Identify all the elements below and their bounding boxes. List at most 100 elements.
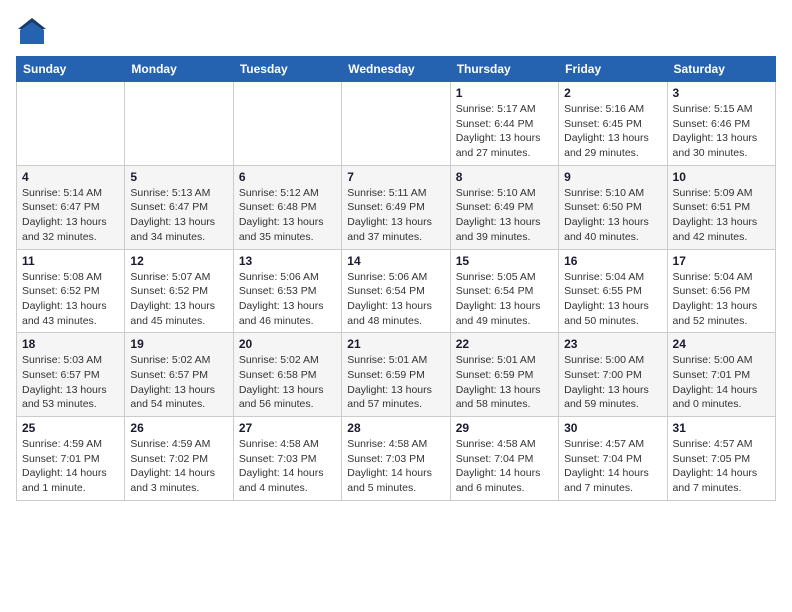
day-info: Sunrise: 5:02 AM Sunset: 6:57 PM Dayligh… (130, 353, 227, 412)
day-of-week-header: Tuesday (233, 57, 341, 82)
calendar-cell: 23 Sunrise: 5:00 AM Sunset: 7:00 PM Dayli… (559, 333, 667, 417)
calendar-week-row: 4 Sunrise: 5:14 AM Sunset: 6:47 PM Daylig… (17, 165, 776, 249)
day-info: Sunrise: 4:58 AM Sunset: 7:03 PM Dayligh… (239, 437, 336, 496)
day-number: 9 (564, 170, 661, 184)
day-of-week-header: Sunday (17, 57, 125, 82)
day-info: Sunrise: 5:10 AM Sunset: 6:50 PM Dayligh… (564, 186, 661, 245)
day-number: 3 (673, 86, 770, 100)
day-info: Sunrise: 5:14 AM Sunset: 6:47 PM Dayligh… (22, 186, 119, 245)
calendar-header-row: SundayMondayTuesdayWednesdayThursdayFrid… (17, 57, 776, 82)
day-info: Sunrise: 5:16 AM Sunset: 6:45 PM Dayligh… (564, 102, 661, 161)
day-number: 27 (239, 421, 336, 435)
day-info: Sunrise: 4:59 AM Sunset: 7:02 PM Dayligh… (130, 437, 227, 496)
day-info: Sunrise: 4:57 AM Sunset: 7:04 PM Dayligh… (564, 437, 661, 496)
calendar-cell: 18Sunrise: 5:03 AM Sunset: 6:57 PM Dayli… (17, 333, 125, 417)
calendar-cell: 26 Sunrise: 4:59 AM Sunset: 7:02 PM Dayli… (125, 417, 233, 501)
day-info: Sunrise: 5:06 AM Sunset: 6:53 PM Dayligh… (239, 270, 336, 329)
calendar-cell: 28 Sunrise: 4:58 AM Sunset: 7:03 PM Dayli… (342, 417, 450, 501)
day-info: Sunrise: 5:08 AM Sunset: 6:52 PM Dayligh… (22, 270, 119, 329)
day-number: 15 (456, 254, 553, 268)
day-info: Sunrise: 5:07 AM Sunset: 6:52 PM Dayligh… (130, 270, 227, 329)
day-info: Sunrise: 5:12 AM Sunset: 6:48 PM Dayligh… (239, 186, 336, 245)
day-number: 14 (347, 254, 444, 268)
calendar-cell: 4 Sunrise: 5:14 AM Sunset: 6:47 PM Daylig… (17, 165, 125, 249)
day-info: Sunrise: 5:02 AM Sunset: 6:58 PM Dayligh… (239, 353, 336, 412)
logo-icon (16, 16, 48, 48)
calendar-cell (125, 82, 233, 166)
day-info: Sunrise: 5:04 AM Sunset: 6:56 PM Dayligh… (673, 270, 770, 329)
day-number: 1 (456, 86, 553, 100)
logo (16, 16, 52, 48)
calendar-cell: 7 Sunrise: 5:11 AM Sunset: 6:49 PM Daylig… (342, 165, 450, 249)
day-info: Sunrise: 5:06 AM Sunset: 6:54 PM Dayligh… (347, 270, 444, 329)
calendar-cell: 5 Sunrise: 5:13 AM Sunset: 6:47 PM Daylig… (125, 165, 233, 249)
calendar-cell: 24Sunrise: 5:00 AM Sunset: 7:01 PM Dayli… (667, 333, 775, 417)
calendar-cell (342, 82, 450, 166)
calendar-cell: 15 Sunrise: 5:05 AM Sunset: 6:54 PM Dayli… (450, 249, 558, 333)
day-of-week-header: Monday (125, 57, 233, 82)
calendar-cell: 8 Sunrise: 5:10 AM Sunset: 6:49 PM Daylig… (450, 165, 558, 249)
day-number: 13 (239, 254, 336, 268)
calendar-cell: 9 Sunrise: 5:10 AM Sunset: 6:50 PM Daylig… (559, 165, 667, 249)
day-info: Sunrise: 5:10 AM Sunset: 6:49 PM Dayligh… (456, 186, 553, 245)
day-info: Sunrise: 5:00 AM Sunset: 7:00 PM Dayligh… (564, 353, 661, 412)
day-number: 10 (673, 170, 770, 184)
calendar-cell: 6 Sunrise: 5:12 AM Sunset: 6:48 PM Daylig… (233, 165, 341, 249)
calendar-week-row: 18Sunrise: 5:03 AM Sunset: 6:57 PM Dayli… (17, 333, 776, 417)
day-of-week-header: Saturday (667, 57, 775, 82)
calendar-cell (233, 82, 341, 166)
day-number: 30 (564, 421, 661, 435)
calendar-cell: 12 Sunrise: 5:07 AM Sunset: 6:52 PM Dayli… (125, 249, 233, 333)
calendar-week-row: 1Sunrise: 5:17 AM Sunset: 6:44 PM Daylig… (17, 82, 776, 166)
calendar-cell: 3Sunrise: 5:15 AM Sunset: 6:46 PM Daylig… (667, 82, 775, 166)
day-info: Sunrise: 5:13 AM Sunset: 6:47 PM Dayligh… (130, 186, 227, 245)
day-number: 8 (456, 170, 553, 184)
calendar-cell: 14 Sunrise: 5:06 AM Sunset: 6:54 PM Dayli… (342, 249, 450, 333)
day-number: 24 (673, 337, 770, 351)
day-number: 22 (456, 337, 553, 351)
day-number: 12 (130, 254, 227, 268)
day-info: Sunrise: 4:58 AM Sunset: 7:03 PM Dayligh… (347, 437, 444, 496)
calendar-cell: 20Sunrise: 5:02 AM Sunset: 6:58 PM Dayli… (233, 333, 341, 417)
calendar-cell: 29 Sunrise: 4:58 AM Sunset: 7:04 PM Dayli… (450, 417, 558, 501)
calendar-table: SundayMondayTuesdayWednesdayThursdayFrid… (16, 56, 776, 501)
day-of-week-header: Thursday (450, 57, 558, 82)
calendar-cell: 11 Sunrise: 5:08 AM Sunset: 6:52 PM Dayli… (17, 249, 125, 333)
day-number: 19 (130, 337, 227, 351)
day-number: 23 (564, 337, 661, 351)
day-number: 18 (22, 337, 119, 351)
day-number: 16 (564, 254, 661, 268)
day-info: Sunrise: 5:01 AM Sunset: 6:59 PM Dayligh… (347, 353, 444, 412)
calendar-cell: 10Sunrise: 5:09 AM Sunset: 6:51 PM Dayli… (667, 165, 775, 249)
calendar-week-row: 11 Sunrise: 5:08 AM Sunset: 6:52 PM Dayli… (17, 249, 776, 333)
calendar-cell: 2 Sunrise: 5:16 AM Sunset: 6:45 PM Daylig… (559, 82, 667, 166)
day-of-week-header: Friday (559, 57, 667, 82)
day-number: 29 (456, 421, 553, 435)
day-info: Sunrise: 5:11 AM Sunset: 6:49 PM Dayligh… (347, 186, 444, 245)
calendar-cell: 22 Sunrise: 5:01 AM Sunset: 6:59 PM Dayli… (450, 333, 558, 417)
calendar-cell: 1Sunrise: 5:17 AM Sunset: 6:44 PM Daylig… (450, 82, 558, 166)
day-number: 2 (564, 86, 661, 100)
day-number: 26 (130, 421, 227, 435)
day-info: Sunrise: 5:04 AM Sunset: 6:55 PM Dayligh… (564, 270, 661, 329)
calendar-cell: 16 Sunrise: 5:04 AM Sunset: 6:55 PM Dayli… (559, 249, 667, 333)
day-number: 5 (130, 170, 227, 184)
calendar-week-row: 25 Sunrise: 4:59 AM Sunset: 7:01 PM Dayli… (17, 417, 776, 501)
page-header (16, 16, 776, 48)
calendar-cell: 25 Sunrise: 4:59 AM Sunset: 7:01 PM Dayli… (17, 417, 125, 501)
day-number: 28 (347, 421, 444, 435)
calendar-cell: 19 Sunrise: 5:02 AM Sunset: 6:57 PM Dayli… (125, 333, 233, 417)
calendar-cell: 17Sunrise: 5:04 AM Sunset: 6:56 PM Dayli… (667, 249, 775, 333)
day-number: 11 (22, 254, 119, 268)
day-number: 25 (22, 421, 119, 435)
day-number: 4 (22, 170, 119, 184)
day-info: Sunrise: 4:59 AM Sunset: 7:01 PM Dayligh… (22, 437, 119, 496)
day-number: 21 (347, 337, 444, 351)
calendar-cell: 30 Sunrise: 4:57 AM Sunset: 7:04 PM Dayli… (559, 417, 667, 501)
calendar-cell: 31Sunrise: 4:57 AM Sunset: 7:05 PM Dayli… (667, 417, 775, 501)
day-info: Sunrise: 4:58 AM Sunset: 7:04 PM Dayligh… (456, 437, 553, 496)
day-number: 6 (239, 170, 336, 184)
day-info: Sunrise: 5:01 AM Sunset: 6:59 PM Dayligh… (456, 353, 553, 412)
day-number: 7 (347, 170, 444, 184)
day-info: Sunrise: 5:05 AM Sunset: 6:54 PM Dayligh… (456, 270, 553, 329)
